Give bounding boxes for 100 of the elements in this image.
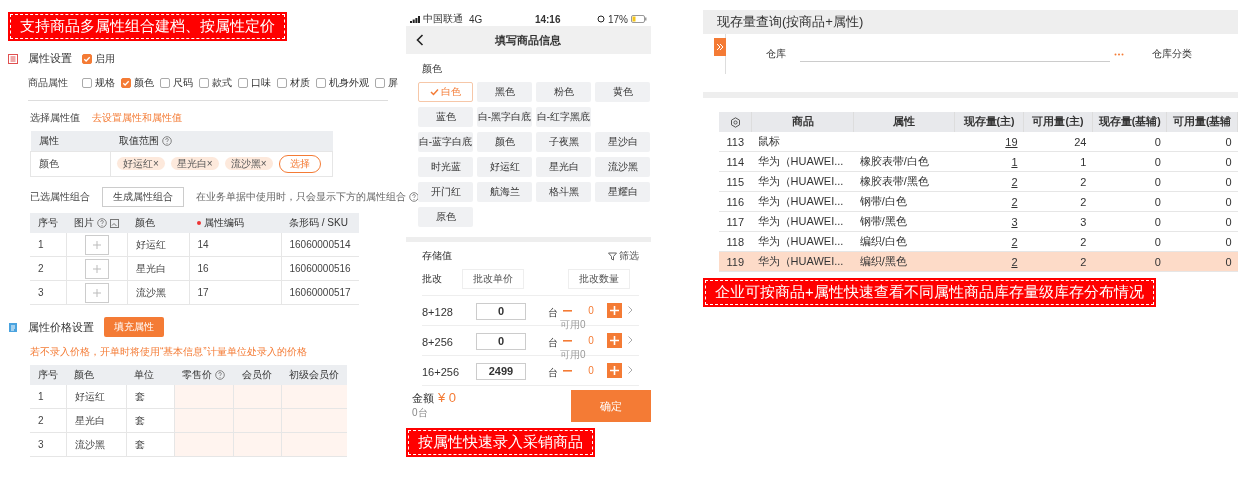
quantity-link[interactable]: 19 — [1005, 135, 1018, 148]
quantity-link[interactable]: 1 — [1011, 155, 1018, 168]
color-chip[interactable]: 白-红字黑底 — [536, 107, 591, 127]
checkbox[interactable] — [238, 78, 248, 88]
table-cell: 1 — [1023, 151, 1093, 172]
color-chip[interactable]: 黑色 — [477, 82, 532, 102]
checkbox[interactable] — [121, 78, 131, 88]
color-chip[interactable]: 星沙白 — [595, 132, 650, 152]
plus-button[interactable] — [607, 333, 622, 348]
table-cell: 好运红 — [127, 233, 189, 257]
field-label: 批改 — [422, 272, 442, 286]
table-cell: 2 — [1023, 231, 1093, 252]
document-icon — [8, 321, 18, 333]
value-tag[interactable]: 星光白× — [170, 157, 219, 170]
table-cell: 星光白 — [66, 408, 126, 433]
color-chip[interactable]: 颜色 — [477, 132, 532, 152]
chevron-icon[interactable] — [628, 336, 633, 344]
table-cell: 编织/白色 — [859, 235, 907, 247]
price-input[interactable]: 0 — [476, 303, 526, 320]
filter-link[interactable]: 筛选 — [619, 249, 639, 263]
table-cell: 16060000517 — [281, 280, 359, 305]
table-cell: 0 — [1092, 171, 1167, 192]
back-icon[interactable] — [416, 34, 424, 46]
checkbox[interactable] — [82, 78, 92, 88]
color-chip[interactable]: 蓝色 — [418, 107, 473, 127]
color-chip[interactable]: 时光蓝 — [418, 157, 473, 177]
quantity-link[interactable]: 2 — [1011, 255, 1018, 268]
quantity-link[interactable]: 2 — [1011, 195, 1018, 208]
color-chip[interactable]: 星光白 — [536, 157, 591, 177]
available-text: 可用0 — [560, 318, 587, 332]
filter-icon[interactable] — [608, 251, 617, 261]
price-input[interactable]: 2499 — [476, 363, 526, 380]
price-input[interactable] — [233, 385, 281, 409]
plus-button[interactable] — [607, 303, 622, 318]
quantity-link[interactable]: 2 — [1011, 175, 1018, 188]
table-row[interactable]: 113 鼠标 19 24 0 0 — [719, 132, 1238, 152]
price-input[interactable] — [174, 385, 233, 409]
quantity-link[interactable]: 2 — [1011, 235, 1018, 248]
add-image-button[interactable] — [84, 234, 109, 255]
checkbox[interactable] — [375, 78, 385, 88]
checkbox[interactable] — [316, 78, 326, 88]
table-row[interactable]: 116 华为（HUAWEI... 钢带/白色 2 2 0 0 — [719, 191, 1238, 212]
table-cell: 0 — [1092, 151, 1167, 172]
chevron-icon[interactable] — [628, 306, 633, 314]
column-header: 可用量(主) — [1023, 112, 1093, 132]
table-row[interactable]: 114 华为（HUAWEI... 橡胶表带/白色 1 1 0 0 — [719, 151, 1238, 172]
unit-text: 台 — [548, 366, 558, 380]
color-chip[interactable]: 白-蓝字白底 — [418, 132, 473, 152]
table-row[interactable]: 117 华为（HUAWEI... 钢带/黑色 3 3 0 0 — [719, 211, 1238, 232]
batch-button[interactable]: 批改单价 — [462, 269, 524, 289]
checkbox[interactable] — [199, 78, 209, 88]
column-header: 取值范围 — [110, 131, 333, 152]
color-chip[interactable]: 白-黑字白底 — [477, 107, 532, 127]
plus-icon — [91, 239, 102, 250]
table-row[interactable]: 115 华为（HUAWEI... 橡胶表带/黑色 2 2 0 0 — [719, 171, 1238, 192]
collapse-icon[interactable] — [8, 53, 18, 64]
color-chip[interactable]: 好运红 — [477, 157, 532, 177]
table-cell: 华为（HUAWEI... — [751, 231, 854, 252]
plus-button[interactable] — [607, 363, 622, 378]
color-chip[interactable]: 子夜黑 — [536, 132, 591, 152]
plus-icon — [91, 263, 102, 274]
value-tag[interactable]: 好运红× — [117, 157, 165, 170]
section-title: 存储值 — [422, 249, 452, 263]
help-icon — [215, 370, 225, 380]
color-chip[interactable]: 航海兰 — [477, 182, 532, 202]
quantity-link[interactable]: 3 — [1011, 215, 1018, 228]
checkbox[interactable] — [277, 78, 287, 88]
table-row[interactable]: 119 华为（HUAWEI... 编织/黑色 2 2 0 0 — [719, 251, 1238, 272]
expand-button[interactable] — [714, 38, 726, 56]
table-cell: 3 — [30, 280, 66, 305]
batch-button[interactable]: 批改数量 — [568, 269, 630, 289]
color-chip[interactable]: 原色 — [418, 207, 473, 227]
table-cell: 14 — [189, 233, 281, 257]
price-input[interactable]: 0 — [476, 333, 526, 350]
checkbox[interactable] — [82, 53, 92, 64]
color-chip[interactable]: 黄色 — [595, 82, 650, 102]
more-icon[interactable] — [1114, 52, 1124, 56]
table-cell: 0 — [1092, 191, 1167, 212]
chevron-icon[interactable] — [628, 366, 633, 374]
minus-icon — [563, 339, 572, 342]
table-cell: 17 — [189, 280, 281, 305]
add-image-button[interactable] — [84, 282, 109, 303]
signal-icon — [410, 15, 420, 23]
column-header: 单位 — [126, 365, 174, 385]
add-image-button[interactable] — [84, 258, 109, 279]
checkbox[interactable] — [160, 78, 170, 88]
value-tag[interactable]: 流沙黑× — [224, 157, 273, 170]
table-row[interactable]: 118 华为（HUAWEI... 编织/白色 2 2 0 0 — [719, 231, 1238, 252]
color-chip[interactable]: 格斗黑 — [536, 182, 591, 202]
color-chip[interactable]: 粉色 — [536, 82, 591, 102]
image-icon[interactable] — [110, 218, 119, 228]
color-chip[interactable]: 星耀白 — [595, 182, 650, 202]
color-chip[interactable]: 流沙黑 — [595, 157, 650, 177]
settings-icon[interactable] — [729, 117, 741, 129]
table-cell: 0 — [1166, 191, 1238, 212]
generate-button[interactable]: 生成属性组合 — [102, 187, 184, 207]
column-header: 条形码 / SKU — [281, 213, 359, 233]
color-chip[interactable]: 开门红 — [418, 182, 473, 202]
warning-text: 若不录入价格，开单时将使用“基本信息”计量单位处录入的价格 — [30, 345, 308, 359]
price-input[interactable] — [281, 385, 347, 409]
